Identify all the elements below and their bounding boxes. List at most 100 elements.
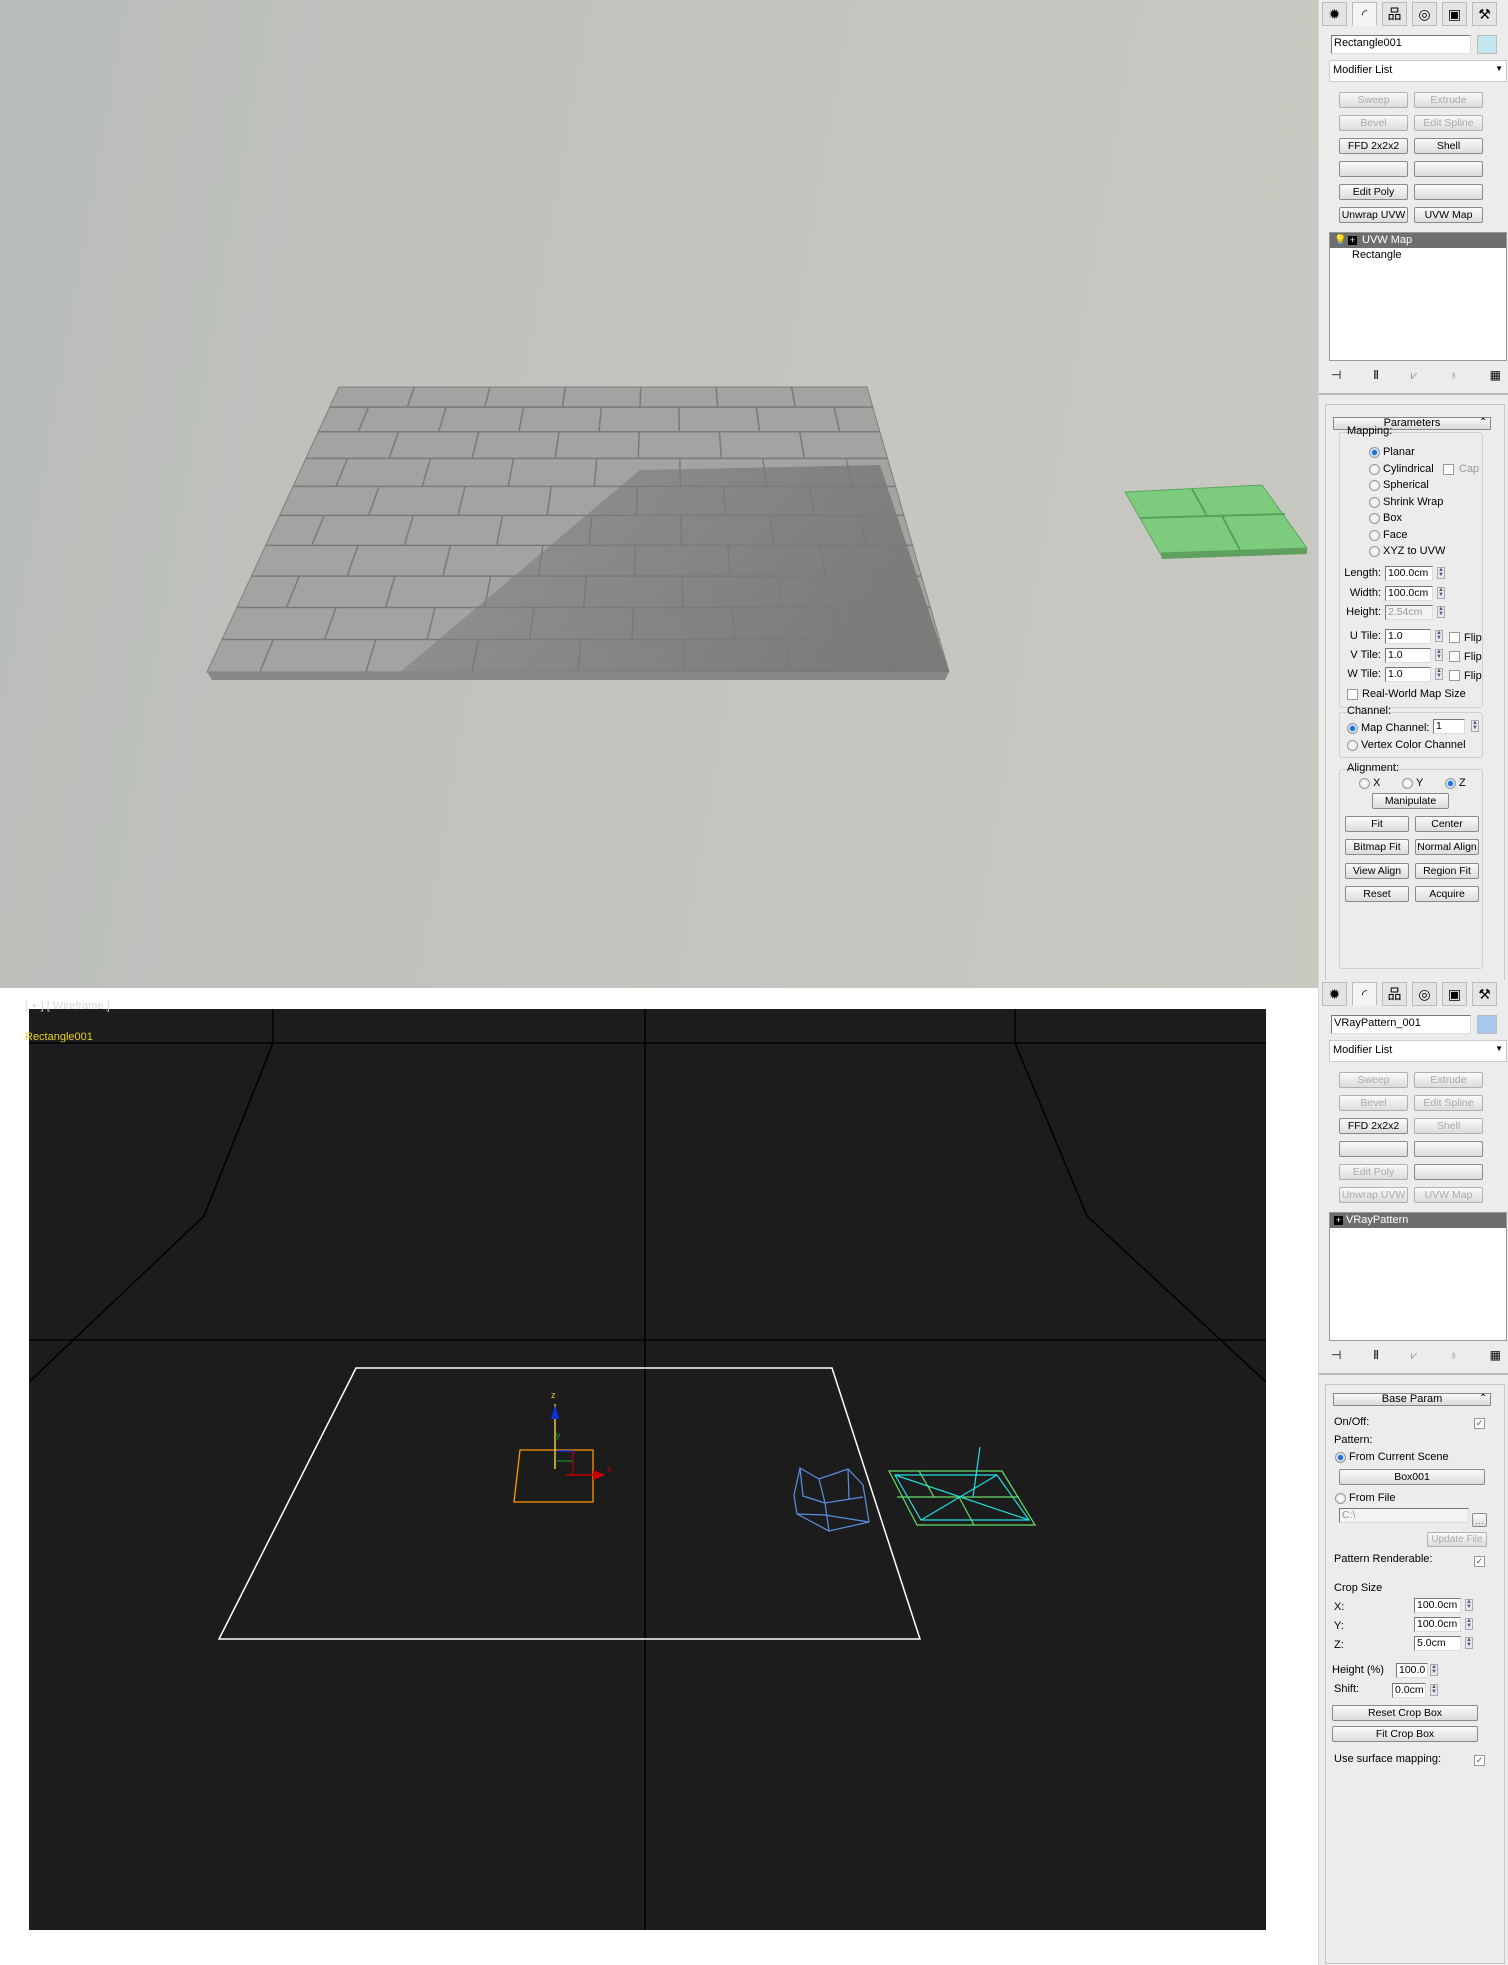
object-color-swatch[interactable] xyxy=(1477,35,1497,54)
on-off-checkbox[interactable]: ✓ xyxy=(1474,1418,1485,1429)
height-field[interactable]: 2.54cm xyxy=(1385,605,1433,620)
width-field[interactable]: 100.0cm xyxy=(1385,586,1433,601)
bitmap-fit-button[interactable]: Bitmap Fit xyxy=(1345,839,1409,856)
v_tile-field[interactable]: 1.0 xyxy=(1385,648,1431,663)
modifier-stack[interactable]: + 💡 UVW Map Rectangle xyxy=(1329,232,1507,361)
length-field[interactable]: 100.0cm xyxy=(1385,566,1433,581)
collapse-icon[interactable]: ⌃ xyxy=(1479,1393,1487,1404)
modifier-button[interactable]: UVW Map xyxy=(1414,207,1483,223)
fit-button[interactable]: Fit xyxy=(1345,816,1409,832)
lightbulb-icon[interactable]: 💡 xyxy=(1334,233,1346,248)
scene-object-button[interactable]: Box001 xyxy=(1339,1469,1485,1485)
radio-spherical[interactable] xyxy=(1369,480,1380,491)
shift-field[interactable]: 0.0cm xyxy=(1392,1683,1426,1698)
modifier-button[interactable]: Unwrap UVW xyxy=(1339,207,1408,223)
modifier-button[interactable]: Sweep xyxy=(1339,1072,1408,1088)
pin-stack-icon[interactable]: ⊣ xyxy=(1331,1348,1341,1362)
center-button[interactable]: Center xyxy=(1415,816,1479,832)
pin-stack-icon[interactable]: ⊣ xyxy=(1331,368,1341,382)
view-align-button[interactable]: View Align xyxy=(1345,862,1409,879)
u_tile-field[interactable]: 1.0 xyxy=(1385,629,1431,644)
radio-box[interactable] xyxy=(1369,513,1380,524)
remove-modifier-icon[interactable]: ♁ xyxy=(1449,1348,1458,1362)
tab-display[interactable]: ▣ xyxy=(1442,982,1467,1006)
modifier-button[interactable]: FFD 2x2x2 xyxy=(1339,138,1408,154)
radio-planar[interactable] xyxy=(1369,447,1380,458)
axis-x-radio[interactable] xyxy=(1359,778,1370,789)
perspective-viewport[interactable]: [ + ] [ Wireframe ] Rectangle001 z y x xyxy=(25,1000,1266,1930)
update-file-button[interactable]: Update File xyxy=(1427,1532,1487,1547)
show-end-result-icon[interactable]: Ⅱ xyxy=(1373,1348,1379,1362)
tab-hierarchy[interactable]: 品 xyxy=(1382,982,1407,1006)
modifier-button[interactable]: Sweep xyxy=(1339,92,1408,108)
tab-create[interactable]: ✹ xyxy=(1322,2,1347,26)
stack-item[interactable]: Rectangle xyxy=(1330,248,1506,263)
surface-mapping-checkbox[interactable]: ✓ xyxy=(1474,1755,1485,1766)
modifier-button[interactable] xyxy=(1339,161,1408,177)
u_tile-flip-checkbox[interactable] xyxy=(1449,632,1460,643)
stack-item[interactable]: + 💡 UVW Map xyxy=(1330,233,1506,248)
acquire-button[interactable]: Acquire xyxy=(1415,885,1479,902)
object-name-field[interactable]: Rectangle001 xyxy=(1331,35,1471,54)
modifier-button[interactable]: Bevel xyxy=(1339,115,1408,131)
spinner[interactable]: ▲ ▼ xyxy=(1437,567,1445,579)
from-scene-radio[interactable] xyxy=(1335,1452,1346,1463)
v_tile-flip-checkbox[interactable] xyxy=(1449,651,1460,662)
vertex-color-radio[interactable] xyxy=(1347,740,1358,751)
tab-modify[interactable]: ◜ xyxy=(1352,2,1377,26)
spinner[interactable]: ▲ ▼ xyxy=(1435,649,1443,661)
manipulate-button[interactable]: Manipulate xyxy=(1372,793,1449,809)
normal-align-button[interactable]: Normal Align xyxy=(1415,839,1479,856)
cap-checkbox[interactable] xyxy=(1443,464,1454,475)
height-pct-field[interactable]: 100.0 xyxy=(1396,1663,1428,1678)
browse-button[interactable]: ... xyxy=(1472,1513,1487,1527)
tab-utilities[interactable]: ⚒ xyxy=(1472,2,1497,26)
spinner[interactable]: ▲ ▼ xyxy=(1465,1599,1473,1611)
modifier-list-dropdown[interactable]: Modifier List ▼ xyxy=(1329,1040,1507,1062)
reset-crop-box-button[interactable]: Reset Crop Box xyxy=(1332,1705,1478,1721)
spinner[interactable]: ▲ ▼ xyxy=(1437,606,1445,618)
modifier-button[interactable]: FFD 2x2x2 xyxy=(1339,1118,1408,1134)
radio-face[interactable] xyxy=(1369,529,1380,541)
configure-sets-icon[interactable]: ▦ xyxy=(1490,1348,1501,1362)
tab-motion[interactable]: ◎ xyxy=(1412,2,1437,26)
from-file-radio[interactable] xyxy=(1335,1493,1346,1504)
w_tile-flip-checkbox[interactable] xyxy=(1449,670,1460,681)
fit-crop-box-button[interactable]: Fit Crop Box xyxy=(1332,1726,1478,1742)
expand-icon[interactable]: + xyxy=(1334,1216,1343,1225)
crop-x-field[interactable]: 100.0cm xyxy=(1414,1598,1461,1613)
crop-z-field[interactable]: 5.0cm xyxy=(1414,1636,1461,1651)
modifier-button[interactable]: UVW Map xyxy=(1414,1187,1483,1203)
tab-motion[interactable]: ◎ xyxy=(1412,982,1437,1006)
spinner[interactable]: ▲ ▼ xyxy=(1437,587,1445,599)
spinner[interactable]: ▲ ▼ xyxy=(1465,1637,1473,1649)
remove-modifier-icon[interactable]: ♁ xyxy=(1449,368,1458,382)
collapse-icon[interactable]: ⌃ xyxy=(1479,417,1487,428)
modifier-button[interactable]: Edit Poly xyxy=(1339,1164,1408,1180)
real-world-checkbox[interactable] xyxy=(1347,689,1358,700)
modifier-button[interactable]: Extrude xyxy=(1414,92,1483,108)
modifier-button[interactable] xyxy=(1414,1141,1483,1157)
expand-icon[interactable]: + xyxy=(1348,236,1357,245)
tab-create[interactable]: ✹ xyxy=(1322,982,1347,1006)
w_tile-field[interactable]: 1.0 xyxy=(1385,667,1431,682)
modifier-button[interactable]: Edit Spline xyxy=(1414,115,1483,131)
modifier-button[interactable]: Shell xyxy=(1414,1118,1483,1134)
spinner[interactable]: ▲ ▼ xyxy=(1435,630,1443,642)
axis-y-radio[interactable] xyxy=(1402,778,1413,789)
show-end-result-icon[interactable]: Ⅱ xyxy=(1373,368,1379,382)
object-color-swatch[interactable] xyxy=(1477,1015,1497,1034)
modifier-button[interactable]: Edit Spline xyxy=(1414,1095,1483,1111)
map-channel-field[interactable]: 1 xyxy=(1433,719,1465,734)
object-name-field[interactable]: VRayPattern_001 xyxy=(1331,1015,1471,1034)
tab-display[interactable]: ▣ xyxy=(1442,2,1467,26)
tab-modify[interactable]: ◜ xyxy=(1352,982,1377,1006)
modifier-button[interactable]: Unwrap UVW xyxy=(1339,1187,1408,1203)
spinner[interactable]: ▲ ▼ xyxy=(1430,1664,1438,1676)
modifier-button[interactable]: Edit Poly xyxy=(1339,184,1408,200)
modifier-list-dropdown[interactable]: Modifier List ▼ xyxy=(1329,60,1507,82)
file-path-field[interactable]: C:\ xyxy=(1339,1508,1469,1523)
map-channel-radio[interactable] xyxy=(1347,723,1358,734)
stack-item[interactable]: + VRayPattern xyxy=(1330,1213,1506,1228)
spinner[interactable]: ▲ ▼ xyxy=(1430,1684,1438,1696)
